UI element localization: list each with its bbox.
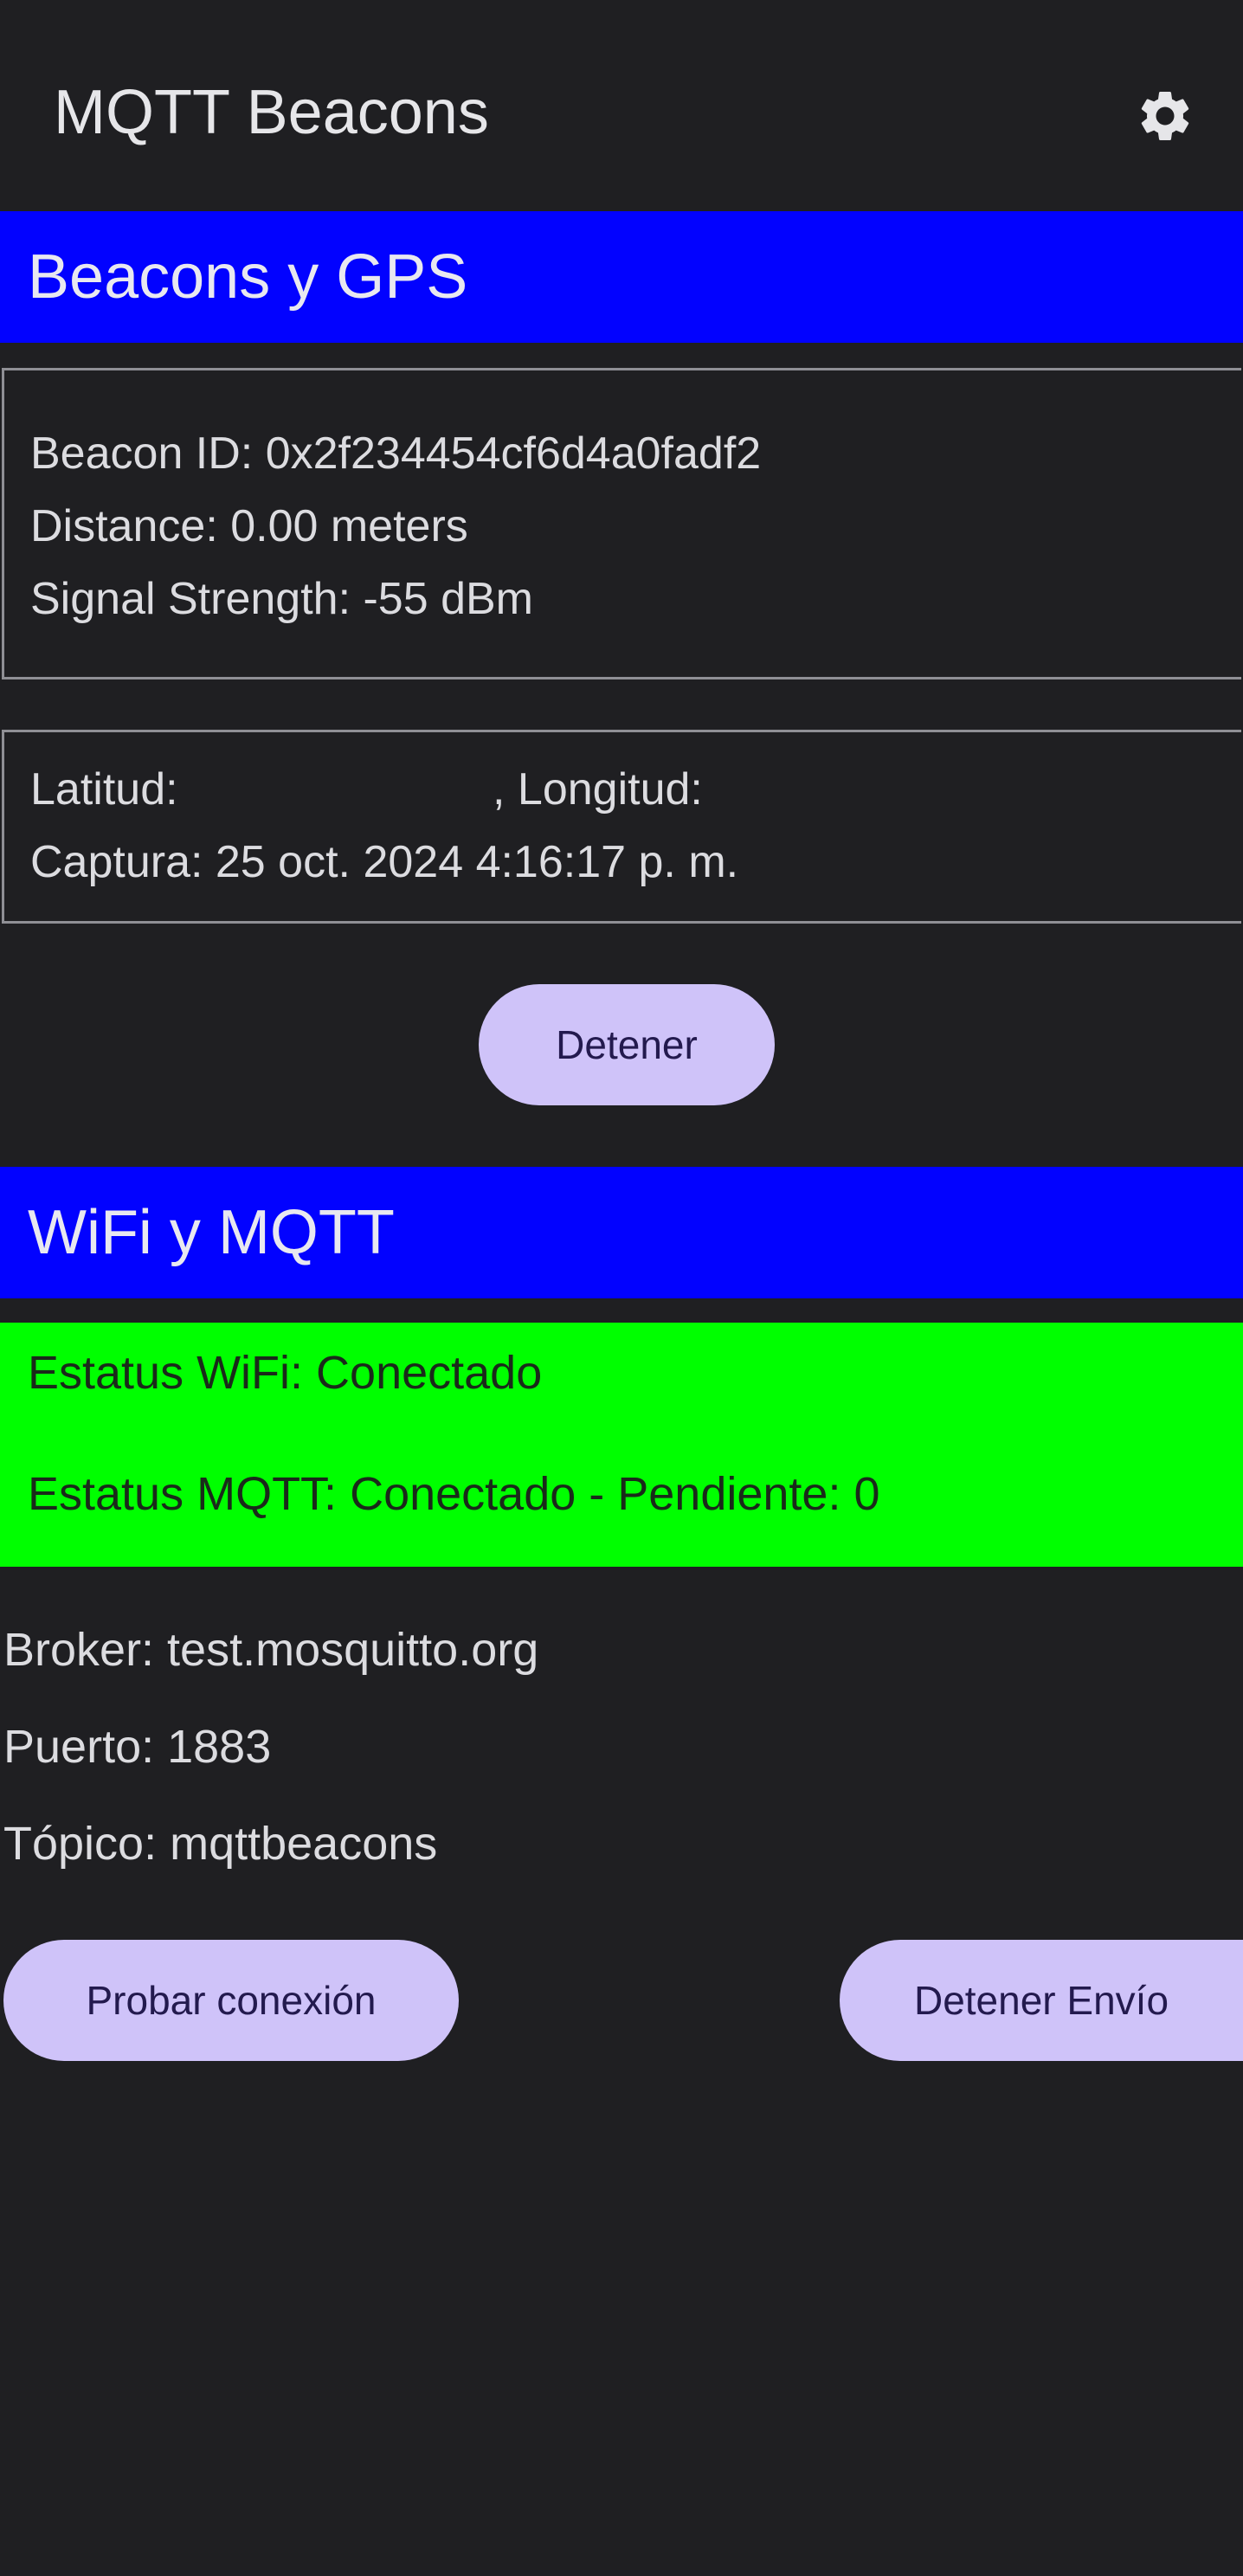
section-title-wifi: WiFi y MQTT (28, 1198, 395, 1267)
topic-text: Tópico: mqttbeacons (3, 1818, 438, 1870)
settings-button[interactable] (1122, 73, 1208, 159)
broker-text: Broker: test.mosquitto.org (3, 1624, 539, 1676)
mqtt-status-text: Estatus MQTT: Conectado - Pendiente: 0 (28, 1468, 880, 1520)
beacon-signal-text: Signal Strength: -55 dBm (30, 574, 533, 624)
beacon-distance-text: Distance: 0.00 meters (30, 501, 468, 551)
stop-button[interactable]: Detener (479, 984, 775, 1105)
capture-time-text: Captura: 25 oct. 2024 4:16:17 p. m. (30, 837, 739, 887)
stop-sending-button[interactable]: Detener Envío (840, 1940, 1243, 2061)
test-connection-button[interactable]: Probar conexión (3, 1940, 459, 2061)
section-header-beacons: Beacons y GPS (0, 211, 1243, 343)
longitude-label: , Longitud: (493, 764, 703, 815)
app-title: MQTT Beacons (54, 78, 489, 147)
gear-icon (1141, 92, 1189, 140)
latitude-label: Latitud: (30, 764, 178, 815)
gps-info-card: Latitud: , Longitud: Captura: 25 oct. 20… (2, 730, 1241, 924)
beacon-info-card: Beacon ID: 0x2f234454cf6d4a0fadf2 Distan… (2, 368, 1241, 679)
section-title-beacons: Beacons y GPS (28, 242, 468, 312)
app-bar: MQTT Beacons (0, 0, 1243, 211)
port-text: Puerto: 1883 (3, 1721, 272, 1773)
connection-status-block: Estatus WiFi: Conectado Estatus MQTT: Co… (0, 1323, 1243, 1567)
wifi-status-text: Estatus WiFi: Conectado (28, 1347, 543, 1399)
beacon-id-text: Beacon ID: 0x2f234454cf6d4a0fadf2 (30, 428, 762, 479)
section-header-wifi: WiFi y MQTT (0, 1167, 1243, 1298)
